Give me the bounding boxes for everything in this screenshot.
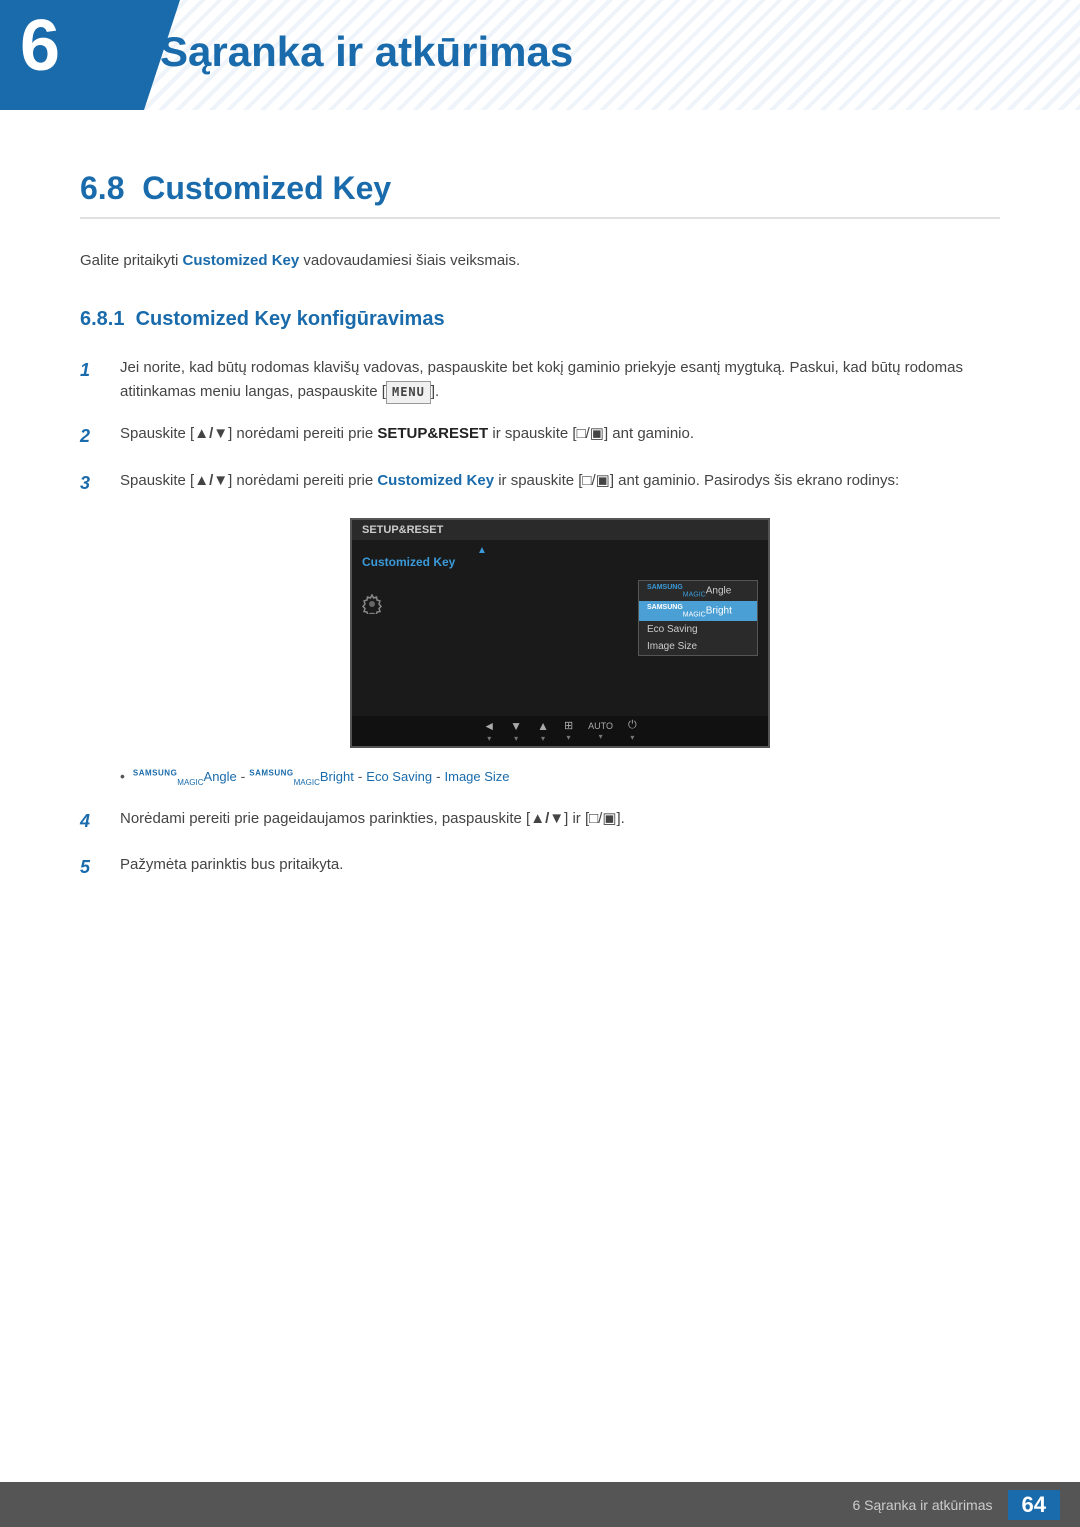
intro-text-before: Galite pritaikyti <box>80 252 183 269</box>
popup-item-imagesize: Image Size <box>639 638 757 655</box>
page-footer: 6 Sąranka ir atkūrimas 64 <box>0 1482 1080 1527</box>
subsection-number: 6.8.1 <box>80 308 124 330</box>
footer-chapter-ref: 6 Sąranka ir atkūrimas <box>852 1497 992 1513</box>
monitor-menu-bar: SETUP&RESET <box>352 520 768 540</box>
monitor-left: Customized Key <box>352 540 472 716</box>
chapter-number: 6 <box>20 10 60 82</box>
step-5-number: 5 <box>80 853 120 882</box>
intro-text-after: vadovaudamiesi šiais veiksmais. <box>299 252 520 269</box>
monitor-container: SETUP&RESET Customized Key <box>120 518 1000 748</box>
step-3-number: 3 <box>80 469 120 498</box>
monitor-gear-icon <box>362 594 382 617</box>
intro-bold: Customized Key <box>183 252 300 269</box>
subsection-heading: Customized Key konfigūravimas <box>136 308 445 330</box>
monitor-menu-title: SETUP&RESET <box>362 524 443 536</box>
step-2: 2 Spauskite [▲/▼] norėdami pereiti prie … <box>80 422 1000 451</box>
chapter-title: Sąranka ir atkūrimas <box>160 28 573 76</box>
bottom-btn-up: ▲ ▾ <box>537 719 549 743</box>
step-2-number: 2 <box>80 422 120 451</box>
steps-list-2: 4 Norėdami pereiti prie pageidaujamos pa… <box>80 807 1000 883</box>
bottom-btn-auto: AUTO ▾ <box>588 721 613 741</box>
menu-key: MENU <box>386 381 431 404</box>
section-number: 6.8 <box>80 170 124 206</box>
step-3: 3 Spauskite [▲/▼] norėdami pereiti prie … <box>80 469 1000 498</box>
step-4: 4 Norėdami pereiti prie pageidaujamos pa… <box>80 807 1000 836</box>
step-2-text: Spauskite [▲/▼] norėdami pereiti prie SE… <box>120 422 1000 446</box>
popup-item-eco: Eco Saving <box>639 621 757 638</box>
subsection-title: 6.8.1 Customized Key konfigūravimas <box>80 308 1000 331</box>
bottom-btn-power: ⏻ ▾ <box>628 719 637 742</box>
monitor-arrow: ▲ <box>477 545 487 556</box>
chapter-header: 6 Sąranka ir atkūrimas <box>0 0 1080 110</box>
bottom-btn-down: ▼ ▾ <box>510 719 522 743</box>
monitor-menu-item: Customized Key <box>362 555 455 569</box>
section-title: 6.8 Customized Key <box>80 170 1000 219</box>
step-4-text: Norėdami pereiti prie pageidaujamos pari… <box>120 807 1000 831</box>
monitor-right-area: ▲ SAMSUNGMAGICAngle SAMSUNGMAGICBright E… <box>472 540 768 716</box>
step-1-number: 1 <box>80 356 120 385</box>
monitor-popup: SAMSUNGMAGICAngle SAMSUNGMAGICBright Eco… <box>638 580 758 657</box>
step-1: 1 Jei norite, kad būtų rodomas klavišų v… <box>80 356 1000 404</box>
footer-page-number: 64 <box>1008 1490 1060 1520</box>
step-5-text: Pažymėta parinktis bus pritaikyta. <box>120 853 1000 877</box>
step-4-number: 4 <box>80 807 120 836</box>
bottom-btn-left: ◄ ▾ <box>483 719 495 743</box>
bottom-btn-enter: ⊞ ▾ <box>564 719 573 742</box>
bullet-item-options: • SAMSUNGMAGICAngle - SAMSUNGMAGICBright… <box>120 768 1000 787</box>
step-3-text: Spauskite [▲/▼] norėdami pereiti prie Cu… <box>120 469 1000 493</box>
section-heading: Customized Key <box>142 170 391 206</box>
bullet-list: • SAMSUNGMAGICAngle - SAMSUNGMAGICBright… <box>120 768 1000 787</box>
monitor-screen: SETUP&RESET Customized Key <box>350 518 770 748</box>
customized-key-label: Customized Key <box>377 472 494 489</box>
setup-reset-label: SETUP&RESET <box>377 425 488 442</box>
main-content: 6.8 Customized Key Galite pritaikyti Cus… <box>0 170 1080 980</box>
popup-item-bright: SAMSUNGMAGICBright <box>639 601 757 621</box>
step-5: 5 Pažymėta parinktis bus pritaikyta. <box>80 853 1000 882</box>
step-1-text: Jei norite, kad būtų rodomas klavišų vad… <box>120 356 1000 404</box>
steps-list: 1 Jei norite, kad būtų rodomas klavišų v… <box>80 356 1000 498</box>
monitor-bottom-bar: ◄ ▾ ▼ ▾ ▲ ▾ ⊞ ▾ AUTO ▾ <box>352 716 768 746</box>
monitor-content: Customized Key ▲ <box>352 540 768 716</box>
popup-item-angle: SAMSUNGMAGICAngle <box>639 581 757 601</box>
intro-paragraph: Galite pritaikyti Customized Key vadovau… <box>80 249 1000 273</box>
bullet-item-text: SAMSUNGMAGICAngle - SAMSUNGMAGICBright -… <box>133 768 510 787</box>
